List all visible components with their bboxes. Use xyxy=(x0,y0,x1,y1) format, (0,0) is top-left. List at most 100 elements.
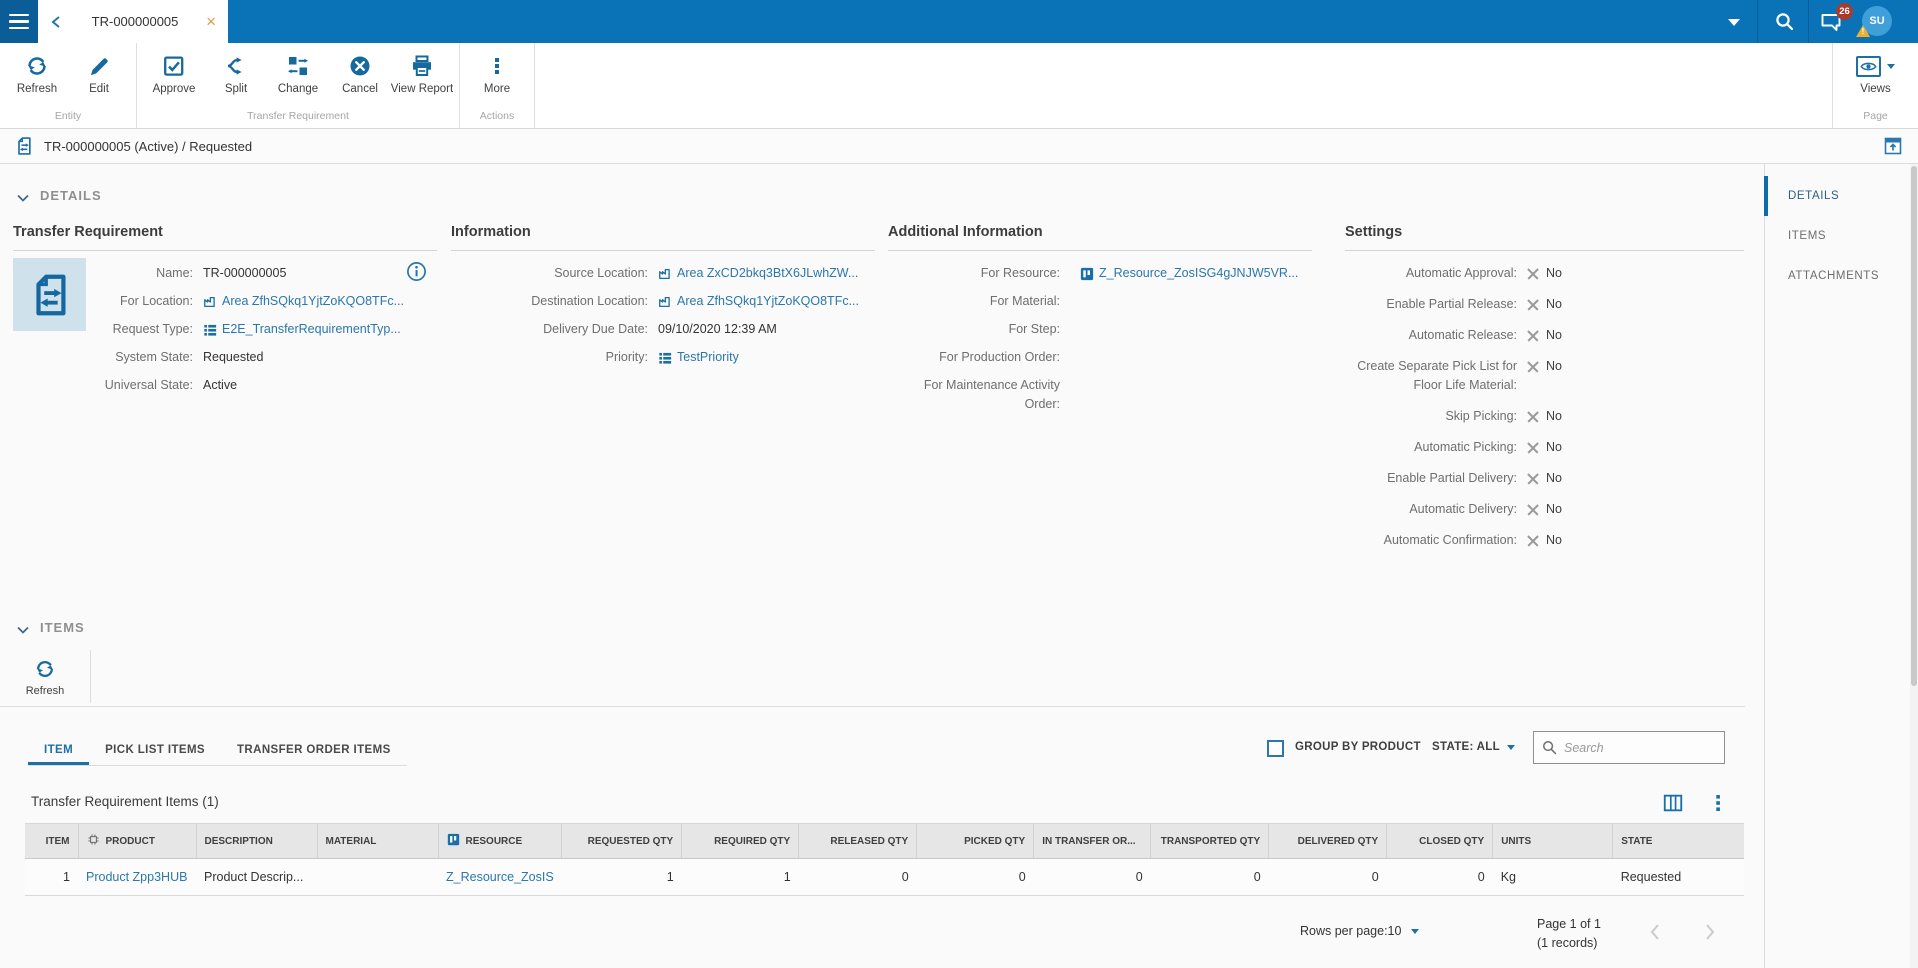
cell-resource: Z_Resource_ZosIS xyxy=(438,858,562,896)
col-header-in-transfer[interactable]: IN TRANSFER OR... xyxy=(1033,823,1152,859)
no-x-icon xyxy=(1527,473,1539,485)
sidebar-item-details[interactable]: DETAILS xyxy=(1788,188,1839,204)
setting-automatic-approval: Automatic Approval: No xyxy=(1405,266,1562,280)
destination-location-link[interactable]: Area ZfhSQkq1YjtZoKQO8TFc... xyxy=(677,292,859,311)
rows-per-page-dropdown[interactable]: Rows per page:10 xyxy=(1300,924,1420,938)
col-header-units[interactable]: UNITS xyxy=(1492,823,1614,859)
transfer-requirement-icon xyxy=(14,136,34,156)
product-link[interactable]: Product Zpp3HUB xyxy=(86,870,187,884)
items-search-box xyxy=(1533,731,1725,764)
cell-transported-qty: 0 xyxy=(1150,858,1269,896)
items-refresh-button[interactable]: Refresh xyxy=(16,656,74,697)
area-icon xyxy=(658,295,672,309)
field-destination-location: Destination Location: Area ZfhSQkq1YjtZo… xyxy=(451,292,875,311)
caret-down-icon xyxy=(1506,744,1515,750)
priority-link[interactable]: TestPriority xyxy=(677,348,739,367)
cell-material xyxy=(317,858,438,896)
col-header-resource[interactable]: RESOURCE xyxy=(438,823,563,859)
view-report-button[interactable]: View Report xyxy=(391,51,453,110)
field-for-resource: For Resource: Z_Resource_ZosISG4gJNJW5VR… xyxy=(888,264,1312,283)
collapse-items-chevron-icon[interactable] xyxy=(16,623,30,637)
document-tab[interactable]: TR-000000005 × xyxy=(38,0,228,43)
grid-more-kebab-icon[interactable] xyxy=(1707,792,1729,814)
scroll-to-top-icon[interactable] xyxy=(1884,137,1902,155)
col-header-item[interactable]: ITEM xyxy=(25,823,79,859)
col-header-closed-qty[interactable]: CLOSED QTY xyxy=(1386,823,1494,859)
col-header-description[interactable]: DESCRIPTION xyxy=(196,823,318,859)
approve-button[interactable]: Approve xyxy=(143,51,205,110)
edit-button[interactable]: Edit xyxy=(68,51,130,110)
col-header-material[interactable]: MATERIAL xyxy=(317,823,439,859)
no-x-icon xyxy=(1527,504,1539,516)
hamburger-menu-icon[interactable] xyxy=(0,0,38,43)
sidebar-item-items[interactable]: ITEMS xyxy=(1788,228,1826,244)
edit-pencil-icon xyxy=(88,51,111,81)
column-settings-icon[interactable] xyxy=(1662,792,1684,814)
col-header-requested-qty[interactable]: REQUESTED QTY xyxy=(561,823,683,859)
no-x-icon xyxy=(1527,330,1539,342)
setting-automatic-confirmation: Automatic Confirmation: No xyxy=(1383,533,1562,547)
tab-item[interactable]: ITEM xyxy=(28,737,90,765)
transfer-requirement-entity-icon xyxy=(13,258,86,331)
cancel-button[interactable]: Cancel xyxy=(329,51,391,110)
info-icon[interactable] xyxy=(406,261,427,282)
group-by-product-label: GROUP BY PRODUCT xyxy=(1295,741,1421,753)
source-location-link[interactable]: Area ZxCD2bkq3BtX6JLwhZW... xyxy=(677,264,858,283)
setting-automatic-delivery: Automatic Delivery: No xyxy=(1409,502,1562,516)
cell-description: Product Descrip... xyxy=(196,858,317,896)
sidebar-item-attachments[interactable]: ATTACHMENTS xyxy=(1788,268,1879,284)
col-header-released-qty[interactable]: RELEASED QTY xyxy=(798,823,918,859)
column-title: Settings xyxy=(1345,223,1744,251)
search-input[interactable] xyxy=(1564,740,1704,755)
topbar-dropdown-caret-icon[interactable] xyxy=(1728,19,1740,26)
close-tab-icon[interactable]: × xyxy=(204,13,218,30)
side-nav-divider xyxy=(1764,164,1765,968)
no-x-icon xyxy=(1527,361,1539,373)
col-header-state[interactable]: STATE xyxy=(1612,823,1744,859)
col-header-picked-qty[interactable]: PICKED QTY xyxy=(916,823,1035,859)
views-button[interactable] xyxy=(1833,51,1918,81)
col-header-transported-qty[interactable]: TRANSPORTED QTY xyxy=(1150,823,1270,859)
search-icon[interactable] xyxy=(1774,11,1795,32)
split-button[interactable]: Split xyxy=(205,51,267,110)
scrollbar[interactable] xyxy=(1910,164,1918,968)
details-section-title[interactable]: DETAILS xyxy=(40,188,102,204)
col-header-required-qty[interactable]: REQUIRED QTY xyxy=(681,823,800,859)
group-by-product-checkbox[interactable] xyxy=(1267,740,1284,757)
more-ellipsis-icon xyxy=(486,51,508,81)
grid-title: Transfer Requirement Items (1) xyxy=(31,794,219,809)
next-page-chevron-icon[interactable] xyxy=(1698,921,1720,943)
list-icon xyxy=(658,351,672,365)
cell-released-qty: 0 xyxy=(798,858,917,896)
more-button[interactable]: More xyxy=(466,51,528,110)
eye-icon xyxy=(1856,55,1881,77)
table-row[interactable]: 1 Product Zpp3HUB Product Descrip... Z_R… xyxy=(25,858,1744,896)
field-for-production-order: For Production Order: xyxy=(939,350,1060,364)
items-section-title[interactable]: ITEMS xyxy=(40,620,85,636)
back-chevron-icon[interactable] xyxy=(48,13,66,31)
toolbar-group-page: Views Page xyxy=(1832,43,1918,128)
no-x-icon xyxy=(1527,535,1539,547)
cell-units: Kg xyxy=(1492,858,1613,896)
details-column-transfer-requirement: Transfer Requirement Name: TR-000000005 … xyxy=(13,223,437,404)
change-button[interactable]: Change xyxy=(267,51,329,110)
notification-badge: 26 xyxy=(1836,3,1853,20)
for-location-link[interactable]: Area ZfhSQkq1YjtZoKQO8TFc... xyxy=(222,292,404,311)
resource-link[interactable]: Z_Resource_ZosIS xyxy=(446,870,554,884)
state-filter-dropdown[interactable]: STATE: ALL xyxy=(1432,741,1515,753)
collapse-details-chevron-icon[interactable] xyxy=(16,191,30,205)
previous-page-chevron-icon[interactable] xyxy=(1645,921,1667,943)
col-header-product[interactable]: PRODUCT xyxy=(78,823,197,859)
refresh-button[interactable]: Refresh xyxy=(6,51,68,110)
cell-product: Product Zpp3HUB xyxy=(78,858,196,896)
views-label: Views xyxy=(1860,83,1891,95)
col-header-delivered-qty[interactable]: DELIVERED QTY xyxy=(1268,823,1388,859)
tab-transfer-order-items[interactable]: TRANSFER ORDER ITEMS xyxy=(221,737,407,765)
cell-delivered-qty: 0 xyxy=(1268,858,1387,896)
action-toolbar: Refresh Edit Entity Approve Split Change… xyxy=(0,43,1918,129)
column-title: Additional Information xyxy=(888,223,1312,251)
request-type-link[interactable]: E2E_TransferRequirementTyp... xyxy=(222,320,401,339)
scrollbar-thumb[interactable] xyxy=(1911,166,1917,686)
for-resource-link[interactable]: Z_Resource_ZosISG4gJNJW5VR... xyxy=(1099,264,1298,283)
tab-pick-list-items[interactable]: PICK LIST ITEMS xyxy=(89,737,221,765)
